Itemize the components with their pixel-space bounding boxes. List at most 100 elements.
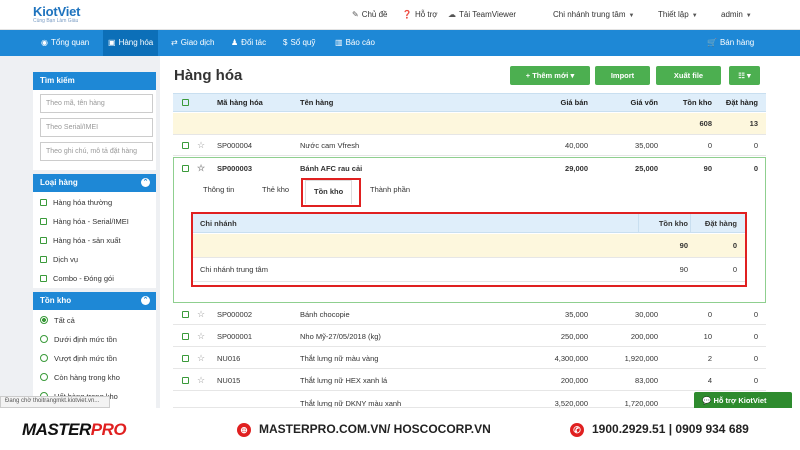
search-serial-input[interactable]: Theo Serial/IMEI [40, 118, 153, 137]
support-link[interactable]: ❓ Hỗ trợ [402, 10, 438, 19]
stock-label: Tồn kho [40, 296, 72, 305]
row-stock: 2 [707, 353, 712, 363]
checkbox[interactable] [40, 218, 47, 225]
row-order: 0 [753, 353, 758, 363]
branch-selector[interactable]: Chi nhánh trung tâm ▼ [553, 10, 634, 19]
col-order[interactable]: Đặt hàng [718, 94, 758, 111]
view-toggle-button[interactable]: ☷ ▾ [729, 66, 760, 85]
globe-icon: ⊕ [237, 423, 251, 437]
nav-item-transactions[interactable]: ⇄ Giao dịch [166, 30, 220, 56]
row-cost: 35,000 [635, 140, 658, 150]
table-row[interactable]: ☆ SP000001 Nho Mỹ-27/05/2018 (kg) 250,00… [173, 326, 766, 347]
table-row-selected[interactable]: ☆ SP000003 Bánh AFC rau cải 29,000 25,00… [173, 158, 766, 179]
row-cost: 30,000 [635, 309, 658, 319]
footer-website[interactable]: ⊕ MASTERPRO.COM.VN/ HOSCOCORP.VN [237, 422, 491, 437]
import-button[interactable]: Import [595, 66, 650, 85]
table-row[interactable]: ☆ NU015 Thắt lưng nữ HEX xanh lá 200,000… [173, 370, 766, 391]
stock-option[interactable]: Còn hàng trong kho [40, 373, 120, 382]
row-code: SP000001 [217, 331, 253, 341]
logo-tagline: Cùng Bạn Làm Giàu [33, 18, 79, 24]
theme-link[interactable]: ✎ Chủ đề [352, 10, 388, 19]
star-icon[interactable]: ☆ [197, 348, 205, 368]
row-name: Thắt lưng nữ DKNY màu xanh [300, 399, 402, 408]
row-checkbox[interactable] [182, 348, 189, 368]
teamviewer-label: Tải TeamViewer [459, 10, 517, 19]
type-option[interactable]: Hàng hóa - sản xuất [40, 236, 121, 245]
summary-stock: 608 [699, 119, 712, 128]
type-option[interactable]: Combo - Đóng gói [40, 274, 114, 283]
radio[interactable] [40, 373, 48, 381]
row-stock: 0 [707, 140, 712, 150]
type-label: Combo - Đóng gói [53, 274, 114, 283]
collapse-icon[interactable]: ⌃ [141, 296, 150, 305]
chat-icon: 💬 [702, 396, 714, 405]
star-icon[interactable]: ☆ [197, 326, 205, 346]
radio-selected[interactable] [40, 316, 48, 324]
teamviewer-link[interactable]: ☁ Tải TeamViewer [448, 10, 516, 19]
tab-info[interactable]: Thông tin [203, 185, 234, 194]
product-type-title[interactable]: Loại hàng ⌃ [33, 174, 156, 192]
chevron-down-icon: ▼ [628, 13, 635, 19]
col-code[interactable]: Mã hàng hóa [217, 94, 263, 111]
nav-item-partners[interactable]: ♟ Đối tác [226, 30, 271, 56]
star-icon[interactable]: ☆ [197, 158, 205, 179]
search-code-input[interactable]: Theo mã, tên hàng [40, 94, 153, 113]
type-option[interactable]: Hàng hóa - Serial/IMEI [40, 217, 129, 226]
radio[interactable] [40, 335, 48, 343]
row-checkbox[interactable] [182, 370, 189, 390]
col-name[interactable]: Tên hàng [300, 94, 333, 111]
add-new-button[interactable]: + Thêm mới ▾ [510, 66, 590, 85]
col-cost[interactable]: Giá vốn [603, 94, 658, 111]
user-menu[interactable]: admin ▼ [721, 10, 752, 19]
table-row[interactable]: ☆ SP000002 Bánh chocopie 35,000 30,000 0… [173, 304, 766, 325]
row-code: NU015 [217, 375, 241, 385]
checkbox[interactable] [40, 256, 47, 263]
table-row[interactable]: ☆ NU016 Thắt lưng nữ màu vàng 4,300,000 … [173, 348, 766, 369]
checkbox[interactable] [40, 237, 47, 244]
star-icon[interactable]: ☆ [197, 304, 205, 324]
row-checkbox[interactable] [182, 304, 189, 324]
search-note-input[interactable]: Theo ghi chú, mô tả đặt hàng [40, 142, 153, 161]
stock-title[interactable]: Tồn kho ⌃ [33, 292, 156, 310]
row-name: Thắt lưng nữ HEX xanh lá [300, 375, 388, 385]
chevron-down-icon: ▼ [691, 13, 698, 19]
table-row[interactable]: ☆ SP000004 Nước cam Vfresh 40,000 35,000… [173, 135, 766, 156]
stock-option[interactable]: Dưới định mức tồn [40, 335, 117, 344]
phone-label: 1900.2929.51 | 0909 934 689 [592, 422, 749, 436]
brand-part-b: PRO [90, 420, 127, 439]
sales-button[interactable]: 🛒 Bán hàng [702, 30, 759, 56]
search-panel: Tìm kiếm Theo mã, tên hàng Theo Serial/I… [33, 72, 156, 170]
stock-option[interactable]: Tất cả [40, 316, 75, 325]
row-checkbox[interactable] [182, 158, 189, 179]
export-button[interactable]: Xuất file [656, 66, 721, 85]
checkbox[interactable] [40, 275, 47, 282]
row-checkbox[interactable] [182, 326, 189, 346]
star-icon[interactable]: ☆ [197, 135, 205, 155]
exchange-icon: ⇄ [171, 38, 178, 47]
nav-item-reports[interactable]: ▥ Báo cáo [330, 30, 380, 56]
support-chat-button[interactable]: 💬 Hỗ trợ KiotViet [694, 392, 792, 409]
app-logo[interactable]: KiotViet Cùng Bạn Làm Giàu [33, 4, 80, 24]
nav-item-overview[interactable]: ◉ Tổng quan [36, 30, 94, 56]
star-icon[interactable]: ☆ [197, 370, 205, 390]
checkbox[interactable] [40, 199, 47, 206]
stock-option-label: Tất cả [54, 316, 75, 325]
settings-menu[interactable]: Thiết lập ▼ [658, 10, 698, 19]
nav-item-cashbook[interactable]: $ Sổ quỹ [278, 30, 320, 56]
footer-phone[interactable]: ✆ 1900.2929.51 | 0909 934 689 [570, 422, 749, 437]
type-option[interactable]: Hàng hóa thường [40, 198, 112, 207]
stock-option[interactable]: Vượt định mức tồn [40, 354, 117, 363]
radio[interactable] [40, 354, 48, 362]
table-row[interactable]: Thắt lưng nữ DKNY màu xanh 3,520,000 1,7… [173, 392, 766, 408]
collapse-icon[interactable]: ⌃ [141, 178, 150, 187]
row-cost: 1,920,000 [624, 353, 658, 363]
col-stock[interactable]: Tồn kho [668, 94, 712, 111]
tab-stock-card[interactable]: Thẻ kho [262, 185, 289, 194]
select-all-checkbox[interactable] [182, 94, 189, 111]
col-price[interactable]: Giá bán [533, 94, 588, 111]
nav-item-products[interactable]: ▣ Hàng hóa [103, 30, 159, 56]
row-checkbox[interactable] [182, 135, 189, 155]
tab-components[interactable]: Thành phần [370, 185, 410, 194]
type-option[interactable]: Dịch vụ [40, 255, 78, 264]
person-icon: ♟ [231, 38, 239, 47]
